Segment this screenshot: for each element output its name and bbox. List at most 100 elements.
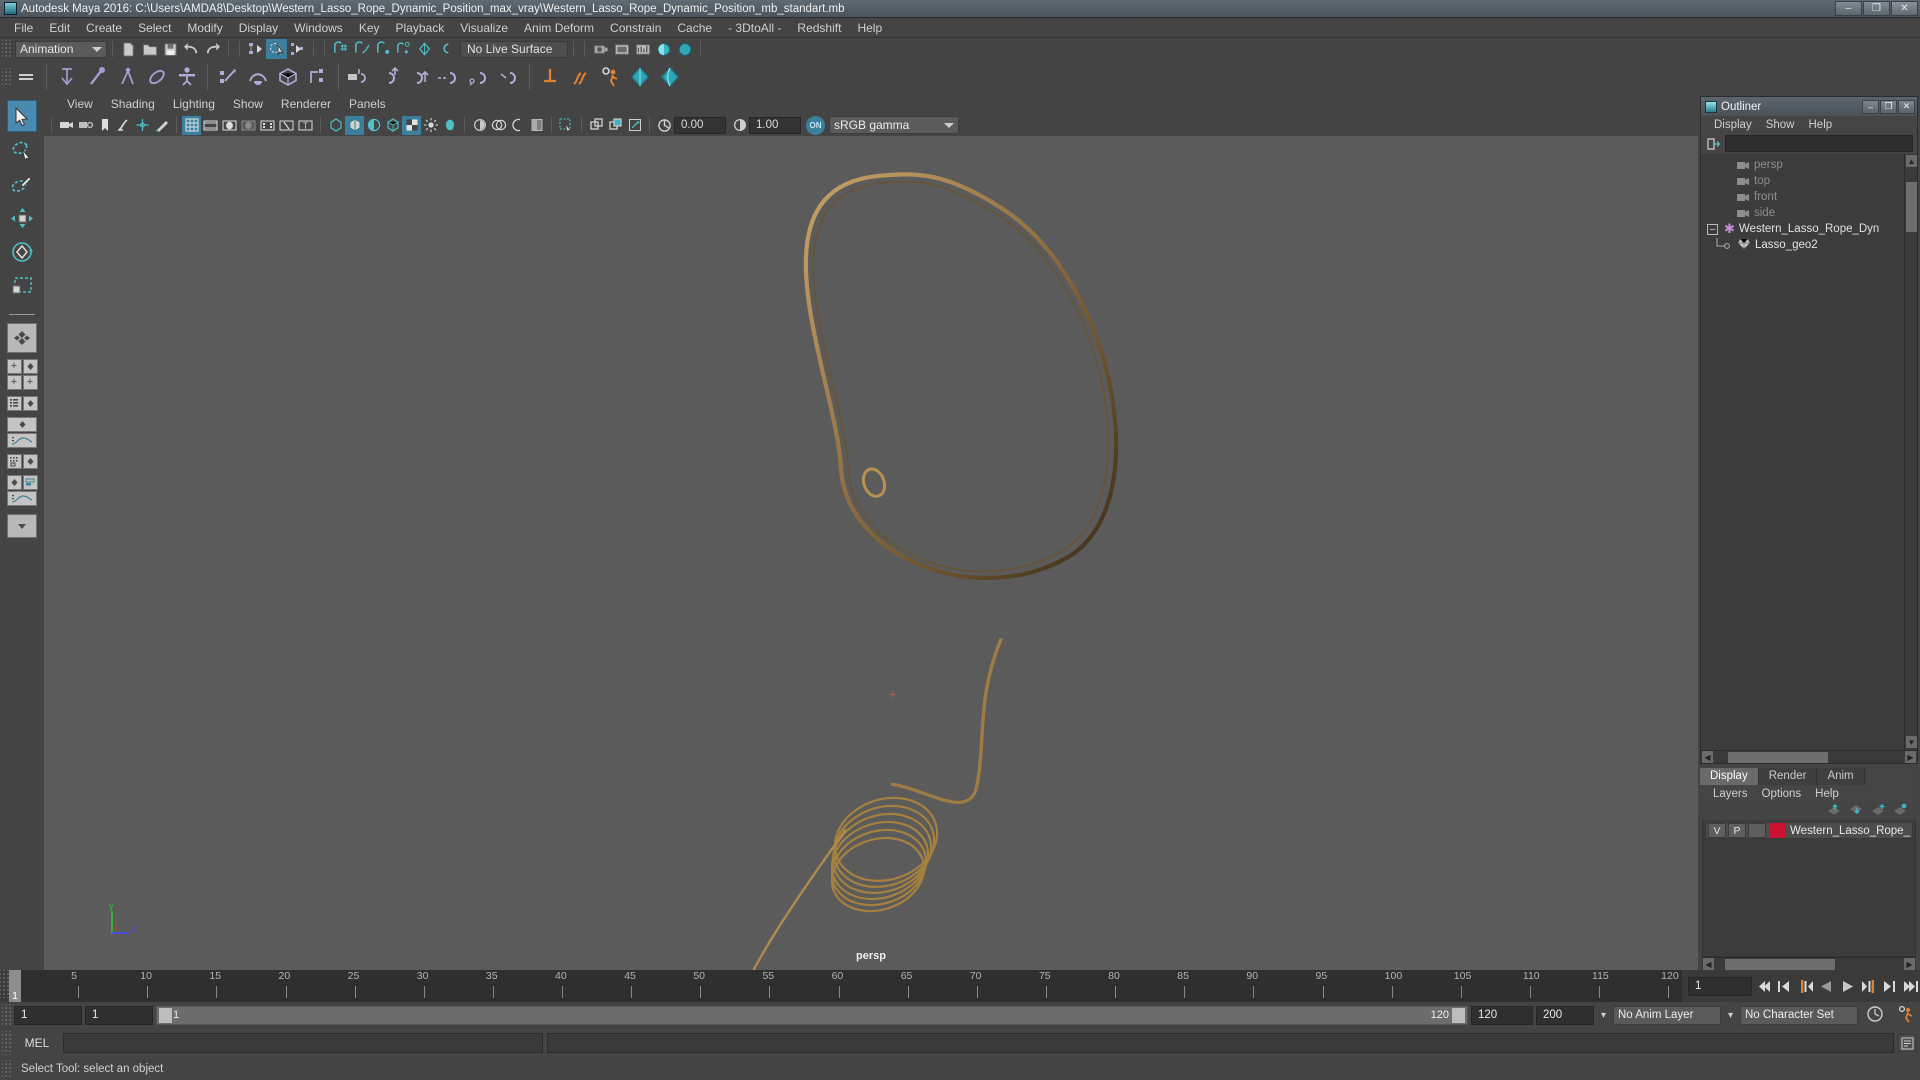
lasso-select-tool[interactable] [7,134,37,166]
smooth-shade-icon[interactable] [345,115,364,135]
lighting-icon[interactable] [421,116,440,135]
new-layer-icon[interactable] [1871,803,1886,819]
outliner-filter-icon[interactable] [1705,136,1722,152]
layer-editor-horizontal-scrollbar[interactable]: ◀ ▶ [1702,957,1916,970]
menu-redshift[interactable]: Redshift [789,18,849,38]
menu-select[interactable]: Select [130,18,179,38]
gpu-cache-icon[interactable] [625,116,644,135]
current-frame-input[interactable]: 1 [1688,976,1752,996]
live-surface-field[interactable]: No Live Surface [460,40,568,58]
shelf-tab-toggle-icon[interactable] [11,63,41,91]
layer-playback-toggle[interactable]: P [1728,823,1746,838]
outliner-item-persp[interactable]: persp [1701,157,1917,173]
wireframe-icon[interactable] [326,116,345,135]
chevron-down-icon[interactable]: ▾ [1597,1010,1610,1021]
snap-to-projected-center-icon[interactable] [393,39,414,59]
tab-render[interactable]: Render [1758,768,1818,785]
range-start-grab[interactable] [159,1007,172,1023]
multisample-icon[interactable] [508,116,527,135]
step-forward-key-icon[interactable] [1859,975,1878,997]
rope-f-icon[interactable] [494,63,524,91]
playback-start-time-field[interactable]: 1 [85,1005,153,1025]
scroll-thumb[interactable] [1906,182,1917,232]
hypershade-icon[interactable] [653,39,674,59]
layer-row[interactable]: V P Western_Lasso_Rope_ [1705,822,1913,839]
outliner-horizontal-scrollbar[interactable]: ◀ ▶ [1701,750,1917,763]
character-set-selector[interactable]: No Character Set [1740,1005,1858,1025]
time-slider-track[interactable]: 1 5 10 15 20 25 30 35 40 45 50 55 60 65 70 75 80 85 90 95 1… [9,970,1682,1002]
viewport-menu-lighting[interactable]: Lighting [164,94,224,114]
outliner-persp-layout[interactable] [6,396,38,411]
make-live-icon[interactable] [435,39,456,59]
bone-icon[interactable] [82,63,112,91]
title-safe-icon[interactable]: T [296,116,315,135]
select-by-hierarchy-icon[interactable] [245,39,266,59]
close-button[interactable]: ✕ [1891,1,1918,16]
command-line-grip[interactable] [2,1031,11,1055]
deform-lattice-icon[interactable] [273,63,303,91]
outliner-item-lasso-geo2[interactable]: Lasso_geo2 [1701,237,1917,253]
safe-action-icon[interactable] [277,116,296,135]
menu-create[interactable]: Create [78,18,130,38]
menu-set-selector[interactable]: Animation [15,40,107,58]
menu-constrain[interactable]: Constrain [602,18,669,38]
save-scene-icon[interactable] [160,39,181,59]
menu-playback[interactable]: Playback [388,18,453,38]
go-to-start-icon[interactable] [1754,975,1773,997]
nucleus-icon[interactable] [655,63,685,91]
scroll-right-icon[interactable]: ▶ [1905,751,1916,763]
ipr-render-icon[interactable] [611,39,632,59]
menu-file[interactable]: File [6,18,41,38]
motion-path-icon[interactable] [243,63,273,91]
command-language-label[interactable]: MEL [15,1036,59,1050]
view-transform-toggle[interactable]: ON [806,115,825,135]
menu-modify[interactable]: Modify [179,18,230,38]
scale-tool[interactable] [7,270,37,302]
range-bar[interactable]: 1 120 [156,1005,1468,1025]
outliner-search-input[interactable] [1725,135,1913,152]
layer-list[interactable]: V P Western_Lasso_Rope_ [1702,820,1916,957]
redo-icon[interactable] [202,39,223,59]
step-back-key-icon[interactable] [1796,975,1815,997]
rope-d-icon[interactable] [434,63,464,91]
outliner-item-western-lasso-rope-dyn[interactable]: – ✱ Western_Lasso_Rope_Dyn [1701,221,1917,237]
playhead[interactable]: 1 [9,970,21,1002]
xray-active-icon[interactable] [606,116,625,135]
select-by-component-icon[interactable] [287,39,308,59]
grease-pencil-icon[interactable] [152,116,171,135]
bookmark-icon[interactable] [95,116,114,135]
maximize-button[interactable]: ❐ [1863,1,1890,16]
shaded-wireframe-icon[interactable] [364,116,383,135]
select-by-object-icon[interactable] [266,39,287,59]
statusline-grip[interactable] [2,40,11,58]
outliner-vertical-scrollbar[interactable]: ▲ ▼ [1904,154,1917,750]
auto-keyframe-icon[interactable] [1861,1005,1889,1026]
layer-menu-options[interactable]: Options [1755,788,1809,800]
hair-icon[interactable] [565,63,595,91]
rope-c-icon[interactable] [404,63,434,91]
menu-windows[interactable]: Windows [286,18,351,38]
select-tool[interactable] [7,100,37,132]
menu-visualize[interactable]: Visualize [452,18,516,38]
minimize-button[interactable]: – [1835,1,1862,16]
resolution-gate-icon[interactable] [220,116,239,135]
outliner-menu-display[interactable]: Display [1707,119,1759,131]
outliner-item-side[interactable]: side [1701,205,1917,221]
shelf-grip[interactable] [2,68,11,86]
exposure-icon[interactable] [655,116,674,135]
render-settings-icon[interactable] [632,39,653,59]
scroll-left-icon[interactable]: ◀ [1702,751,1713,763]
rope-a-icon[interactable] [344,63,374,91]
chevron-down-icon[interactable]: ▾ [1724,1010,1737,1021]
film-gate-icon[interactable] [201,116,220,135]
time-slider-grip[interactable] [0,970,9,998]
menu-edit[interactable]: Edit [41,18,78,38]
layer-color-swatch[interactable] [1769,823,1785,838]
film-origin-icon[interactable] [258,116,277,135]
viewport-menu-show[interactable]: Show [224,94,272,114]
new-scene-icon[interactable] [118,39,139,59]
menu-3dtoall[interactable]: - 3DtoAll - [720,18,789,38]
viewport-menu-panels[interactable]: Panels [340,94,395,114]
isolate-select-icon[interactable] [557,116,576,135]
outliner-menu-help[interactable]: Help [1802,119,1840,131]
